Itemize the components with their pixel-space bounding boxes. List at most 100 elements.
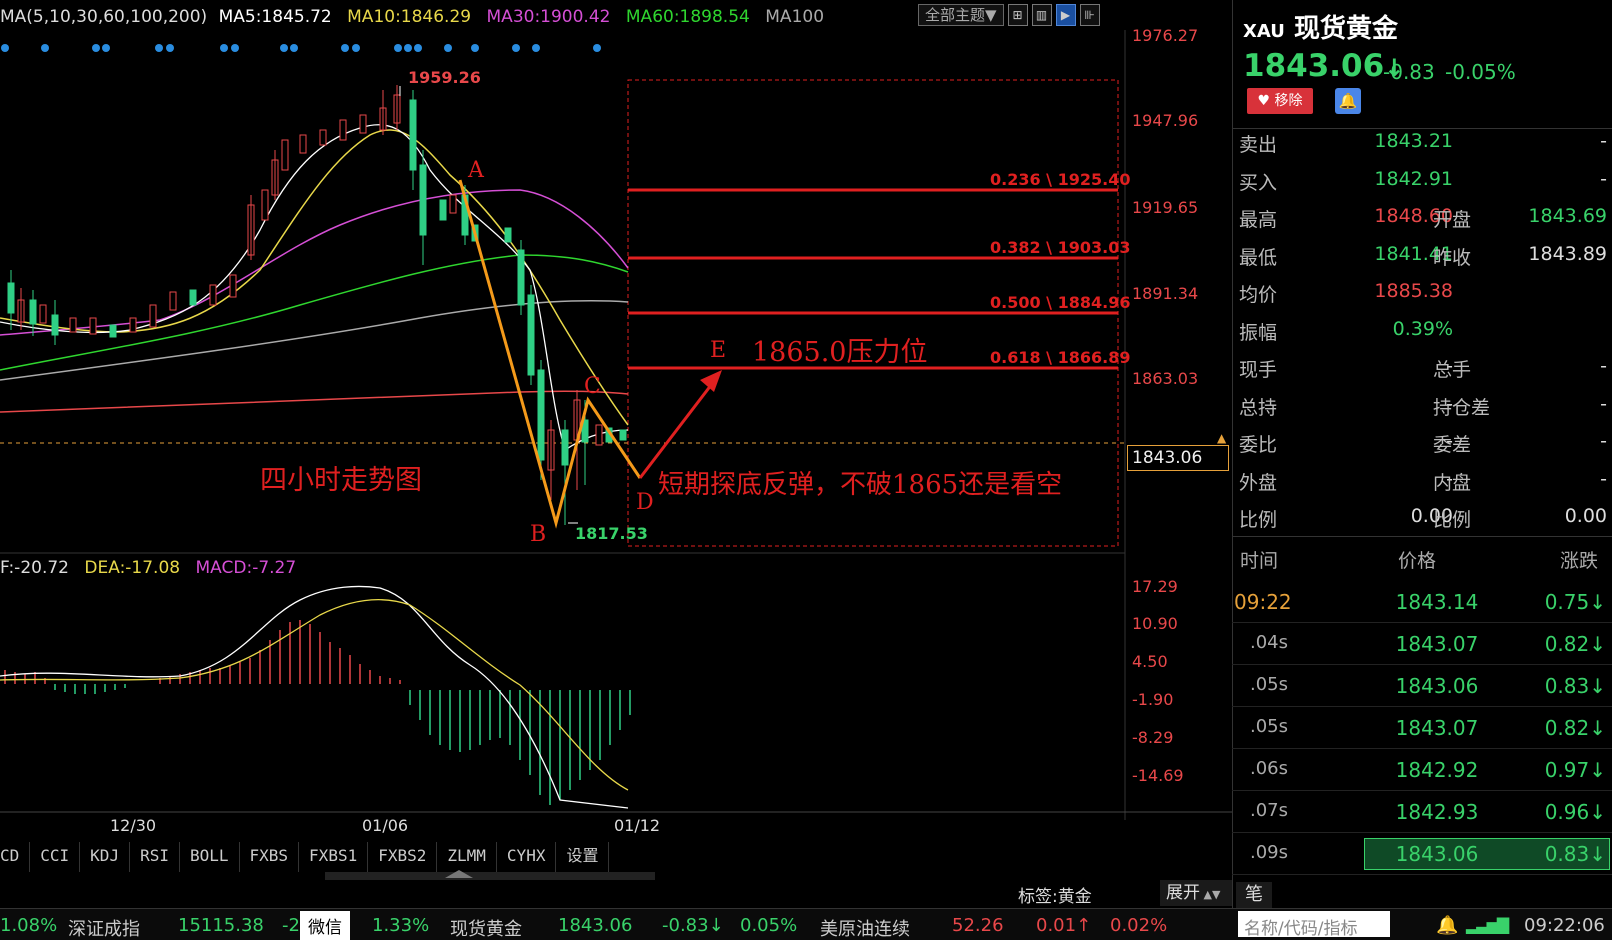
dea-value: DEA:-17.08 <box>84 558 181 578</box>
quote-row: 最低 1841.41 昨收 1843.89 <box>1233 243 1612 280</box>
macd-axis-label: 17.29 <box>1132 577 1178 596</box>
quote-row-label: 总持 <box>1239 396 1278 419</box>
quote-row-label-2: 总手 <box>1433 359 1472 381</box>
quote-row-label-2: 内盘 <box>1433 471 1472 494</box>
wave-label-a: A <box>468 158 484 183</box>
quote-row-value-2: - <box>1600 167 1607 190</box>
quote-row-label: 委比 <box>1239 434 1278 456</box>
tab-cyhx[interactable]: CYHX <box>497 842 557 872</box>
quote-row: 均价 1885.38 <box>1233 280 1612 317</box>
tick-header-change: 涨跌 <box>1560 550 1599 572</box>
quote-row-label-2: 比例 <box>1433 509 1472 531</box>
tab-fxbs1[interactable]: FXBS1 <box>299 842 369 872</box>
ma200-line <box>0 390 629 413</box>
quote-row-label: 现手 <box>1239 359 1278 381</box>
tick-change: 0.82↓ <box>1544 716 1606 740</box>
tick-row[interactable]: .04s 1843.07 0.82↓ <box>1232 624 1612 665</box>
tick-row[interactable]: .05s 1843.06 0.83↓ <box>1232 666 1612 707</box>
dif-value: F:-20.72 <box>0 558 69 578</box>
tick-header-time: 时间 <box>1240 550 1279 572</box>
date-axis-label: 01/06 <box>362 816 409 835</box>
tick-row[interactable]: .05s 1843.07 0.82↓ <box>1232 708 1612 749</box>
fib-label: 0.618 \ 1866.89 <box>990 348 1131 367</box>
tab-settings[interactable]: 设置 <box>556 842 610 872</box>
quote-row-value: 0.39% <box>1392 317 1453 340</box>
wave-label-b: B <box>530 522 547 547</box>
tick-row[interactable]: .06s 1842.92 0.97↓ <box>1232 750 1612 791</box>
status-value: 1843.06 <box>558 915 633 936</box>
price-axis-label: 1947.96 <box>1132 111 1199 130</box>
search-input[interactable]: 名称/代码/指标 <box>1238 911 1390 939</box>
tab-zlmm[interactable]: ZLMM <box>437 842 497 872</box>
signal-dots <box>1 44 601 52</box>
quote-row: 振幅 0.39% <box>1233 318 1612 355</box>
divider <box>1232 128 1612 129</box>
wechat-button[interactable]: 微信 <box>300 911 350 940</box>
quote-row-label: 卖出 <box>1239 134 1278 156</box>
date-axis-label: 01/12 <box>614 816 661 835</box>
status-index-name[interactable]: 现货黄金 <box>450 915 522 940</box>
fib-label: 0.236 \ 1925.40 <box>990 170 1131 189</box>
tick-row[interactable]: .09s 1843.06 0.83↓ <box>1232 834 1612 875</box>
scrollbar[interactable] <box>325 872 655 880</box>
quote-row-label: 外盘 <box>1239 471 1278 494</box>
indicator-tabs: CD CCI KDJ RSI BOLL FXBS FXBS1 FXBS2 ZLM… <box>0 842 1232 872</box>
fib-label: 0.500 \ 1884.96 <box>990 293 1131 312</box>
macd-axis-label: 4.50 <box>1132 652 1168 671</box>
macd-value: MACD:-7.27 <box>195 558 297 578</box>
quote-row: 最高 1848.60 开盘 1843.69 <box>1233 205 1612 242</box>
quote-row-label-2: 委差 <box>1433 434 1472 456</box>
macd-axis-label: -8.29 <box>1132 728 1174 747</box>
bell-icon[interactable]: 🔔 <box>1436 915 1458 936</box>
bi-tab[interactable]: 笔 <box>1236 882 1272 908</box>
quote-row-label: 比例 <box>1239 509 1278 531</box>
tab-boll[interactable]: BOLL <box>180 842 240 872</box>
status-value: 1.33% <box>372 915 430 936</box>
divider <box>1232 536 1612 537</box>
quote-row-label-2: 持仓差 <box>1433 396 1491 419</box>
resistance-annotation: 1865.0压力位 <box>752 337 928 368</box>
tab-cd[interactable]: CD <box>0 842 31 872</box>
tab-cci[interactable]: CCI <box>30 842 81 872</box>
status-value: 0.01↑ <box>1036 915 1092 936</box>
quote-row-value-2: - <box>1600 130 1607 152</box>
tick-change: 0.96↓ <box>1544 800 1606 824</box>
expand-button[interactable]: 展开 ▲▼ <box>1160 880 1232 906</box>
quote-row: 委比 - 委差 - <box>1233 430 1612 467</box>
status-value: 52.26 <box>952 915 1004 936</box>
chart-canvas[interactable] <box>0 0 1232 842</box>
alert-bell-icon[interactable]: 🔔 <box>1335 88 1361 114</box>
status-bar: 1.08% 深证成指 15115.38 -2 微信 1.33% 现货黄金 184… <box>0 908 1612 940</box>
status-index-name[interactable]: 美原油连续 <box>820 915 910 940</box>
tick-time: 09:22 <box>1234 590 1292 614</box>
quote-row: 现手 - 总手 - <box>1233 355 1612 392</box>
tab-fxbs[interactable]: FXBS <box>240 842 300 872</box>
quote-change-pct: -0.05% <box>1445 60 1516 84</box>
remove-watchlist-button[interactable]: ♥ 移除 <box>1247 88 1313 114</box>
quote-symbol: XAU <box>1243 21 1285 42</box>
tick-time: .05s <box>1250 674 1289 695</box>
signal-icon: ▂▃▅▇ <box>1466 915 1509 934</box>
status-value: 0.05% <box>740 915 798 936</box>
status-value: -2 <box>282 915 300 936</box>
quote-row-value: 1843.21 <box>1374 130 1453 152</box>
tab-fxbs2[interactable]: FXBS2 <box>368 842 438 872</box>
price-axis-label: 1891.34 <box>1132 284 1199 303</box>
quote-row: 总持 - 持仓差 - <box>1233 393 1612 430</box>
status-value: 15115.38 <box>178 915 264 936</box>
tick-row[interactable]: 09:22 1843.14 0.75↓ <box>1232 582 1612 623</box>
low-label: 1817.53 <box>575 524 648 543</box>
tick-change: 0.82↓ <box>1544 632 1606 656</box>
tick-change: 0.83↓ <box>1544 842 1606 866</box>
tick-row[interactable]: .07s 1842.93 0.96↓ <box>1232 792 1612 833</box>
status-value: -0.83↓ <box>662 915 724 936</box>
tab-kdj[interactable]: KDJ <box>80 842 131 872</box>
quote-title: XAU 现货黄金 <box>1243 8 1398 45</box>
price-axis-label: 1863.03 <box>1132 369 1199 388</box>
status-index-name[interactable]: 深证成指 <box>68 915 140 940</box>
tab-rsi[interactable]: RSI <box>130 842 180 872</box>
collapse-icon[interactable] <box>445 870 473 878</box>
tick-price: 1843.06 <box>1395 674 1479 698</box>
price-axis-label: 1919.65 <box>1132 198 1199 217</box>
quote-row-label: 买入 <box>1239 171 1278 194</box>
